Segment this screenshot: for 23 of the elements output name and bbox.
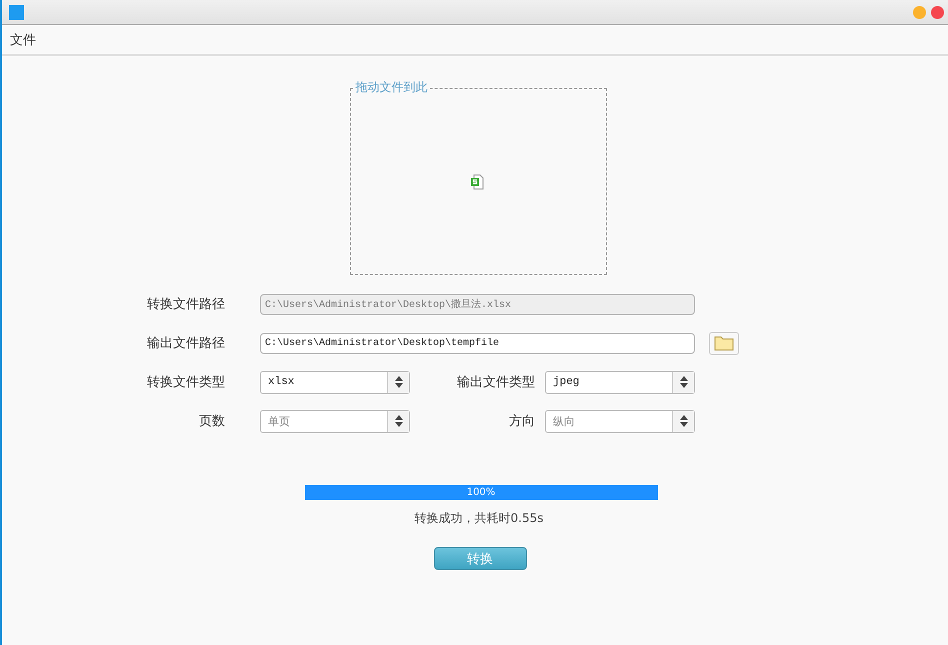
dropdown[interactable]: jpeg [545,370,695,394]
spinner-arrows-icon [394,415,402,427]
drop-zone-legend: 拖动文件到此 [354,80,430,94]
app-icon [9,4,24,20]
field-label: 转换文件类型 [146,374,225,391]
spinner-arrows-icon [394,376,402,388]
spinner-arrows-icon [680,415,688,427]
path-field[interactable]: C:\Users\Administrator\Desktop\tempfile [260,332,695,354]
browse-button[interactable] [709,332,739,354]
status-message: 转换成功，共耗时0.55s [414,510,544,527]
spinner-arrows-icon [680,376,688,388]
close-button[interactable] [931,6,944,18]
field-label: 转换文件路径 [146,296,225,313]
spreadsheet-file-icon [471,174,485,190]
folder-icon [714,335,734,351]
progress-label: 100% [466,486,496,500]
dropdown[interactable]: xlsx [260,370,410,394]
field-label: 页数 [198,413,225,430]
menu-item[interactable]: 文件 [8,30,38,48]
minimize-button[interactable] [913,6,926,18]
field-label: 输出文件路径 [146,335,225,352]
field-label: 方向 [508,413,535,430]
field-label: 输出文件类型 [456,374,535,391]
